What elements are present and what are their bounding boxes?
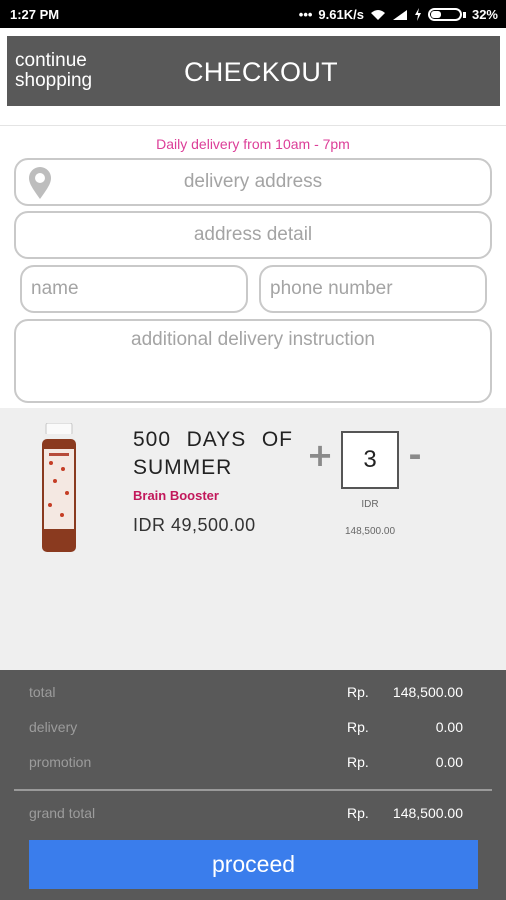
- grand-total-currency: Rp.: [347, 805, 369, 821]
- delivery-address-field[interactable]: delivery address: [14, 158, 492, 206]
- proceed-button[interactable]: proceed: [29, 840, 478, 889]
- summary-amount: 0.00: [435, 754, 463, 770]
- page-title: CHECKOUT: [184, 57, 338, 87]
- decrease-quantity-button[interactable]: -: [403, 436, 427, 474]
- summary-amount: 0.00: [435, 719, 463, 735]
- status-time: 1:27 PM: [10, 7, 60, 22]
- location-pin-icon: [29, 167, 51, 199]
- summary-row-grand-total: grand total Rp. 148,500.00: [29, 805, 463, 825]
- quantity-value: 3: [363, 446, 377, 473]
- product-image: [42, 423, 76, 552]
- header-divider: [0, 125, 506, 126]
- delivery-instruction-placeholder: additional delivery instruction: [131, 329, 375, 350]
- summary-amount: 148,500.00: [392, 684, 463, 700]
- summary-row-delivery: delivery Rp. 0.00: [29, 719, 463, 739]
- cart-item-row: 500 DAYS OF SUMMER Brain Booster IDR 49,…: [0, 408, 506, 670]
- product-name-line1: 500 DAYS OF: [133, 428, 293, 451]
- battery-icon: [427, 8, 462, 21]
- product-name-line2: SUMMER: [133, 456, 233, 479]
- grand-total-label: grand total: [29, 805, 96, 821]
- line-total: 148,500.00: [344, 526, 396, 537]
- name-field[interactable]: name: [20, 265, 248, 313]
- continue-label-line2: shopping: [15, 70, 93, 91]
- product-category: Brain Booster: [133, 488, 219, 503]
- delivery-instruction-field[interactable]: additional delivery instruction: [14, 319, 492, 403]
- summary-row-total: total Rp. 148,500.00: [29, 684, 463, 704]
- network-speed: 9.61K/s: [318, 7, 364, 22]
- product-unit-price: IDR 49,500.00: [133, 515, 256, 535]
- order-summary: total Rp. 148,500.00 delivery Rp. 0.00 p…: [0, 670, 506, 900]
- delivery-notice: Daily delivery from 10am - 7pm: [156, 136, 350, 152]
- battery-level: 32%: [471, 7, 498, 22]
- battery-cap: [462, 11, 466, 18]
- status-right: ••• 9.61K/s 32%: [299, 7, 498, 22]
- grand-total-amount: 148,500.00: [392, 805, 463, 821]
- address-detail-placeholder: address detail: [193, 224, 313, 245]
- summary-label: promotion: [29, 754, 92, 770]
- name-placeholder: name: [31, 278, 79, 299]
- app-header: continue shopping CHECKOUT: [7, 36, 500, 106]
- summary-currency: Rp.: [347, 719, 369, 735]
- continue-shopping-button[interactable]: continue shopping: [15, 51, 92, 91]
- phone-number-field[interactable]: phone number: [259, 265, 487, 313]
- address-detail-field[interactable]: address detail: [14, 211, 492, 259]
- plus-icon: +: [306, 436, 334, 474]
- delivery-address-placeholder: delivery address: [183, 171, 323, 192]
- quantity-box[interactable]: 3: [341, 431, 399, 489]
- cellular-signal-icon: [392, 9, 407, 20]
- summary-currency: Rp.: [347, 754, 369, 770]
- increase-quantity-button[interactable]: +: [306, 436, 334, 474]
- phone-number-placeholder: phone number: [270, 278, 393, 299]
- minus-icon: -: [408, 436, 422, 474]
- summary-label: total: [29, 684, 56, 700]
- summary-label: delivery: [29, 719, 78, 735]
- summary-row-promotion: promotion Rp. 0.00: [29, 754, 463, 774]
- summary-divider: [14, 789, 492, 791]
- signal-dots-icon: •••: [298, 7, 313, 22]
- continue-label-line1: continue: [15, 50, 87, 71]
- status-bar: 1:27 PM ••• 9.61K/s 32%: [0, 0, 506, 28]
- charging-icon: [414, 8, 421, 21]
- wifi-icon: [370, 9, 385, 20]
- line-currency: IDR: [361, 499, 379, 510]
- product-name: 500 DAYS OF SUMMER: [133, 426, 293, 482]
- summary-currency: Rp.: [347, 684, 369, 700]
